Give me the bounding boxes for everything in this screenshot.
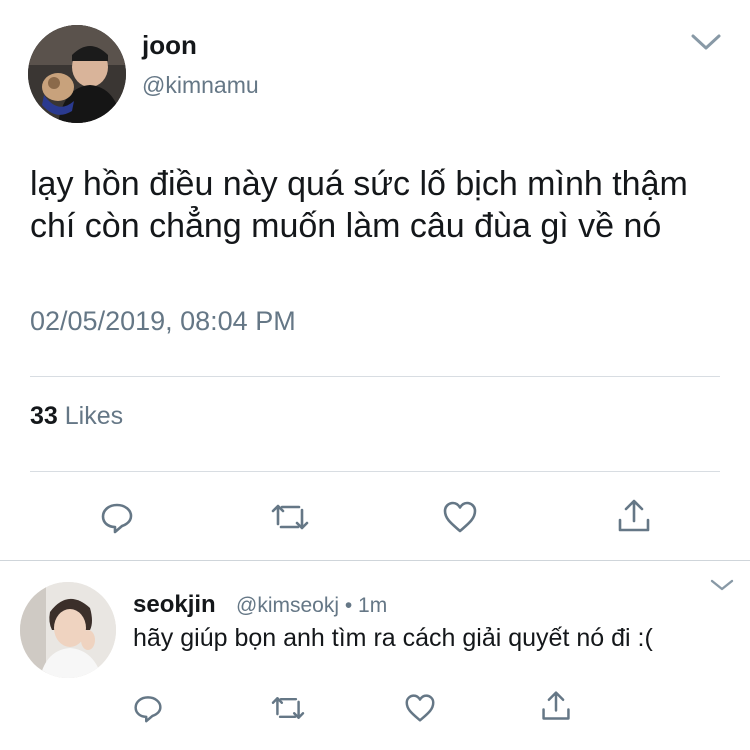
reply-icon[interactable] (100, 500, 134, 539)
chevron-down-icon[interactable] (710, 578, 734, 597)
avatar[interactable] (20, 582, 116, 678)
tweet-timestamp[interactable]: 02/05/2019, 08:04 PM (30, 306, 296, 337)
share-icon[interactable] (540, 690, 572, 727)
display-name[interactable]: joon (142, 30, 197, 61)
like-icon[interactable] (404, 693, 436, 728)
share-icon[interactable] (616, 498, 652, 539)
chevron-down-icon[interactable] (690, 32, 722, 57)
display-name[interactable]: seokjin (133, 591, 216, 619)
divider (30, 376, 720, 377)
divider (30, 471, 720, 472)
reply-text: hãy giúp bọn anh tìm ra cách giải quyết … (133, 624, 653, 652)
tweet-text: lạy hồn điều này quá sức lố bịch mình th… (30, 165, 688, 245)
user-handle[interactable]: @kimnamu (142, 72, 259, 99)
avatar[interactable] (28, 25, 126, 123)
like-icon[interactable] (442, 500, 478, 539)
likes-stat[interactable]: 33 Likes (30, 402, 123, 431)
retweet-icon[interactable] (271, 693, 305, 728)
likes-label: Likes (64, 402, 124, 430)
user-handle-and-time[interactable]: @kimseokj • 1m (236, 594, 387, 618)
thread-separator (0, 560, 750, 561)
retweet-icon[interactable] (271, 500, 309, 539)
reply-icon[interactable] (133, 693, 163, 728)
likes-count: 33 (30, 402, 58, 430)
